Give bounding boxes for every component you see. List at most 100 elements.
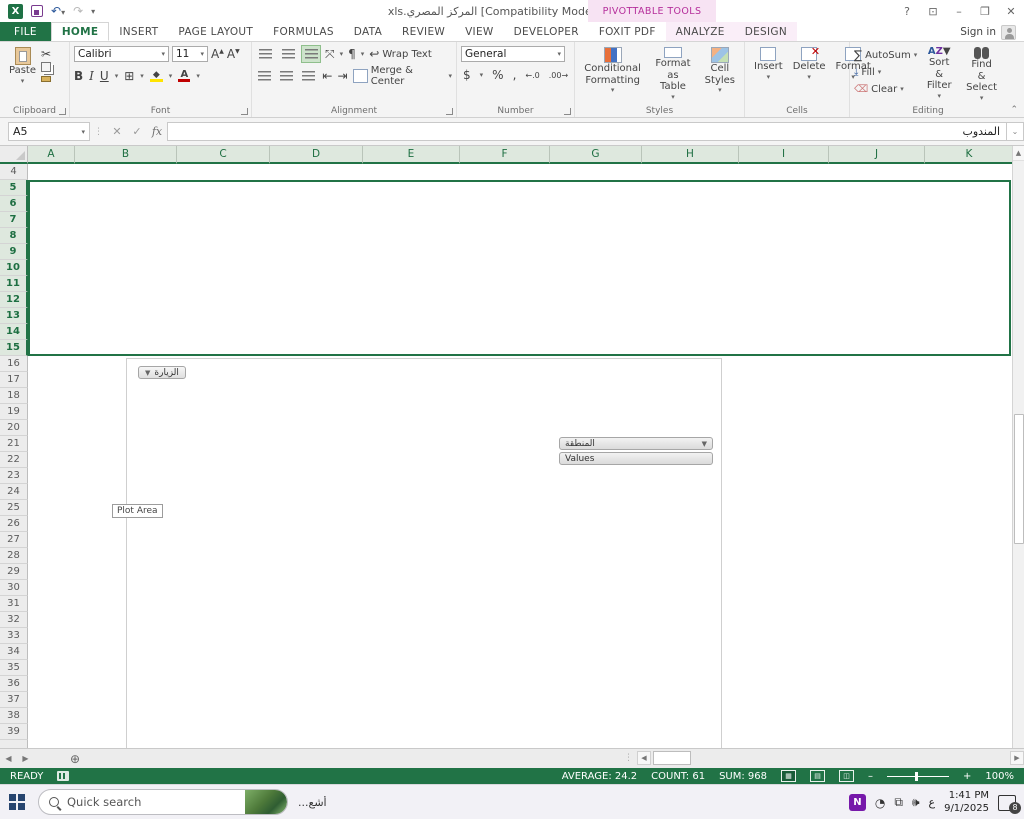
borders-icon[interactable]: ⊞ — [124, 69, 134, 83]
row-header-36[interactable]: 36 — [0, 676, 28, 692]
underline-button[interactable]: U — [100, 69, 109, 83]
ribbon-display-options-icon[interactable]: ⊡ — [920, 0, 946, 22]
tab-review[interactable]: REVIEW — [392, 22, 455, 41]
row-header-6[interactable]: 6 — [0, 196, 28, 212]
row-header-5[interactable]: 5 — [0, 180, 28, 196]
align-right-icon[interactable] — [300, 68, 317, 84]
column-header-J[interactable]: J — [829, 146, 925, 164]
row-header-28[interactable]: 28 — [0, 548, 28, 564]
normal-view-icon[interactable]: ▦ — [781, 770, 796, 782]
expand-formula-bar-icon[interactable]: ⌄ — [1006, 122, 1024, 141]
undo-button[interactable]: ↶▾ — [51, 4, 65, 18]
row-header-16[interactable]: 16 — [0, 356, 28, 372]
row-header-8[interactable]: 8 — [0, 228, 28, 244]
decrease-decimal-icon[interactable]: .00→ — [549, 71, 568, 80]
copy-icon[interactable] — [41, 62, 51, 72]
row-header-10[interactable]: 10 — [0, 260, 28, 276]
row-header-18[interactable]: 18 — [0, 388, 28, 404]
scroll-left-icon[interactable]: ◀ — [637, 751, 651, 765]
column-header-K[interactable]: K — [925, 146, 1014, 164]
column-header-I[interactable]: I — [739, 146, 829, 164]
tab-design[interactable]: DESIGN — [735, 22, 797, 41]
network-icon[interactable]: ⧉ — [894, 795, 903, 810]
start-button[interactable] — [0, 785, 34, 819]
customize-qat-icon[interactable]: ▾ — [91, 7, 95, 16]
row-header-38[interactable]: 38 — [0, 708, 28, 724]
cut-icon[interactable]: ✂ — [41, 47, 51, 61]
align-left-icon[interactable] — [256, 68, 273, 84]
sheet-nav-right-icon[interactable]: ▶ — [17, 749, 34, 768]
zoom-level[interactable]: 100% — [985, 771, 1014, 782]
tab-file[interactable]: FILE — [0, 22, 51, 41]
sort-filter-button[interactable]: AZ▼ Sort & Filter▾ — [921, 45, 957, 103]
orientation-icon[interactable]: ⤧ — [325, 47, 335, 62]
tab-formulas[interactable]: FORMULAS — [263, 22, 344, 41]
row-header-32[interactable]: 32 — [0, 612, 28, 628]
row-header-31[interactable]: 31 — [0, 596, 28, 612]
vertical-scrollbar[interactable]: ▲ — [1012, 146, 1024, 748]
bottom-align-icon[interactable] — [302, 46, 320, 62]
row-header-35[interactable]: 35 — [0, 660, 28, 676]
chart-values-button[interactable]: Values — [559, 452, 713, 465]
row-header-24[interactable]: 24 — [0, 484, 28, 500]
row-header-17[interactable]: 17 — [0, 372, 28, 388]
restore-button[interactable]: ❐ — [972, 0, 998, 22]
enter-formula-icon[interactable]: ✓ — [127, 125, 147, 138]
format-as-table-button[interactable]: Format as Table▾ — [648, 45, 697, 103]
zoom-out-icon[interactable]: – — [868, 771, 873, 782]
merge-center-button[interactable]: Merge & Center▾ — [353, 65, 452, 87]
row-header-39[interactable]: 39 — [0, 724, 28, 740]
bold-button[interactable]: B — [74, 69, 83, 83]
number-dialog-launcher[interactable] — [564, 108, 571, 115]
align-center-icon[interactable] — [278, 68, 295, 84]
row-header-21[interactable]: 21 — [0, 436, 28, 452]
sheet-nav-left-icon[interactable]: ◀ — [0, 749, 17, 768]
plot-area[interactable] — [153, 412, 555, 728]
language-indicator[interactable]: ع — [929, 796, 936, 809]
vertical-scroll-thumb[interactable] — [1014, 414, 1024, 544]
page-break-view-icon[interactable]: ◫ — [839, 770, 854, 782]
row-header-34[interactable]: 34 — [0, 644, 28, 660]
tab-view[interactable]: VIEW — [455, 22, 504, 41]
insert-cells-button[interactable]: Insert▾ — [749, 45, 788, 103]
find-select-button[interactable]: Find & Select▾ — [961, 45, 1002, 103]
tab-data[interactable]: DATA — [344, 22, 392, 41]
row-header-27[interactable]: 27 — [0, 532, 28, 548]
font-dialog-launcher[interactable] — [241, 108, 248, 115]
row-header-14[interactable]: 14 — [0, 324, 28, 340]
shrink-font-icon[interactable]: A▼ — [227, 47, 240, 61]
zoom-slider-thumb[interactable] — [915, 772, 918, 781]
taskbar-search[interactable]: Quick search — [38, 789, 288, 815]
row-header-19[interactable]: 19 — [0, 404, 28, 420]
row-header-11[interactable]: 11 — [0, 276, 28, 292]
chart-axis-field-button[interactable]: المنطقة▼ — [559, 437, 713, 450]
font-color-icon[interactable]: A — [178, 70, 190, 82]
row-header-26[interactable]: 26 — [0, 516, 28, 532]
row-header-20[interactable]: 20 — [0, 420, 28, 436]
wrap-text-button[interactable]: ↩Wrap Text — [369, 47, 432, 61]
column-header-D[interactable]: D — [270, 146, 363, 164]
tab-developer[interactable]: DEVELOPER — [504, 22, 589, 41]
column-header-G[interactable]: G — [550, 146, 642, 164]
delete-cells-button[interactable]: ✕ Delete▾ — [788, 45, 831, 103]
row-header-29[interactable]: 29 — [0, 564, 28, 580]
format-painter-icon[interactable] — [41, 76, 51, 82]
tab-insert[interactable]: INSERT — [109, 22, 168, 41]
fill-color-icon[interactable]: ◆ — [150, 70, 163, 82]
font-name-select[interactable]: Calibri▾ — [74, 46, 169, 62]
row-header-7[interactable]: 7 — [0, 212, 28, 228]
cortana-icon[interactable]: ◔ — [875, 796, 885, 810]
new-sheet-icon[interactable]: ⊕ — [64, 749, 86, 768]
page-layout-view-icon[interactable]: ▤ — [810, 770, 825, 782]
insert-function-icon[interactable]: fx — [147, 125, 167, 138]
row-header-33[interactable]: 33 — [0, 628, 28, 644]
tab-analyze[interactable]: ANALYZE — [666, 22, 735, 41]
help-button[interactable]: ? — [894, 0, 920, 22]
select-all-corner[interactable] — [0, 146, 28, 164]
tab-home[interactable]: HOME — [51, 22, 110, 41]
horizontal-scrollbar[interactable]: ⋮ ◀ ▶ — [624, 748, 1024, 768]
cell-styles-button[interactable]: Cell Styles▾ — [700, 45, 740, 103]
zoom-in-icon[interactable]: + — [963, 771, 971, 782]
clipboard-dialog-launcher[interactable] — [59, 108, 66, 115]
cancel-formula-icon[interactable]: ✕ — [107, 125, 127, 138]
